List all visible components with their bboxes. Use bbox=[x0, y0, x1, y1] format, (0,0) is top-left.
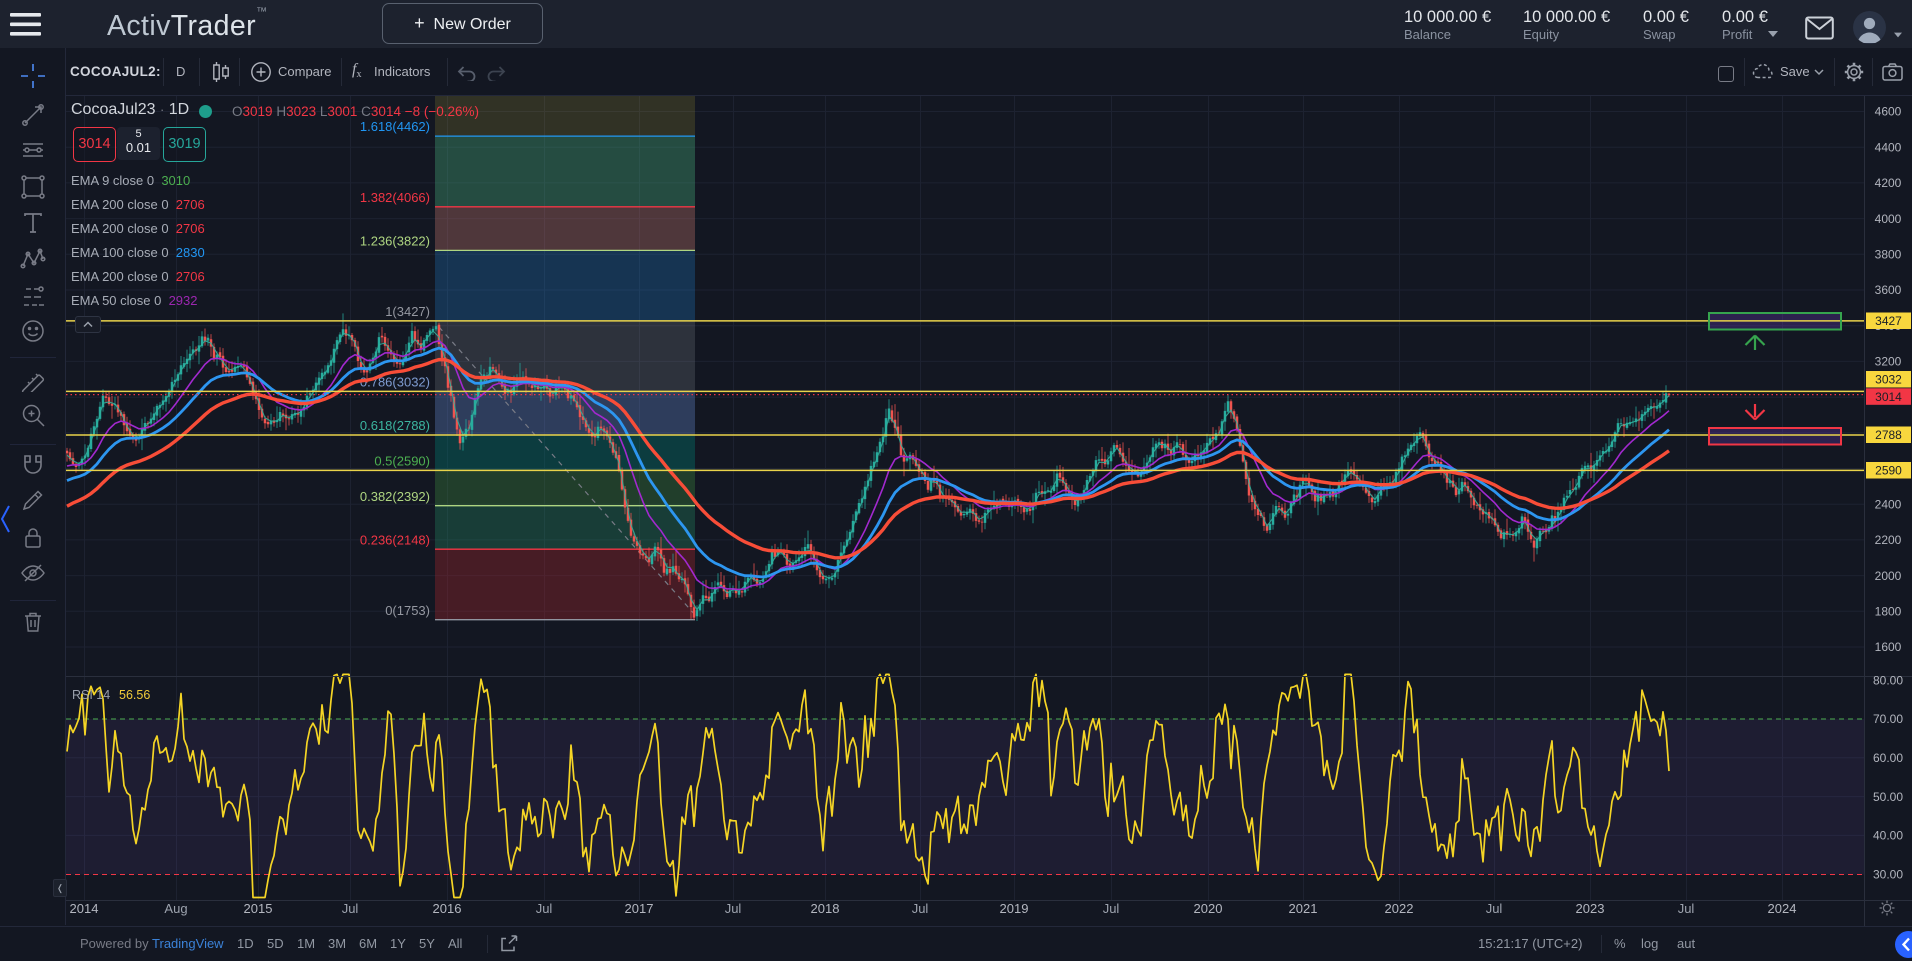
svg-text:4000: 4000 bbox=[1875, 212, 1902, 226]
svg-text:0.236(2148): 0.236(2148) bbox=[360, 532, 430, 547]
svg-text:2400: 2400 bbox=[1875, 497, 1902, 511]
svg-text:2015: 2015 bbox=[244, 901, 273, 916]
svg-text:70.00: 70.00 bbox=[1873, 712, 1903, 726]
svg-text:60.00: 60.00 bbox=[1873, 751, 1903, 765]
svg-text:2020: 2020 bbox=[1194, 901, 1223, 916]
svg-text:RSI 14: RSI 14 bbox=[72, 688, 110, 702]
svg-text:1800: 1800 bbox=[1875, 605, 1902, 619]
svg-text:2018: 2018 bbox=[811, 901, 840, 916]
svg-text:4200: 4200 bbox=[1875, 176, 1902, 190]
svg-text:Jul: Jul bbox=[725, 901, 742, 916]
svg-text:2014: 2014 bbox=[70, 901, 99, 916]
svg-text:2022: 2022 bbox=[1385, 901, 1414, 916]
svg-text:3600: 3600 bbox=[1875, 283, 1902, 297]
svg-text:2023: 2023 bbox=[1576, 901, 1605, 916]
svg-text:0.382(2392): 0.382(2392) bbox=[360, 489, 430, 504]
svg-text:Jul: Jul bbox=[912, 901, 929, 916]
svg-text:40.00: 40.00 bbox=[1873, 829, 1903, 843]
svg-text:2200: 2200 bbox=[1875, 533, 1902, 547]
svg-text:3427: 3427 bbox=[1875, 314, 1902, 328]
svg-text:Aug: Aug bbox=[164, 901, 187, 916]
svg-text:2019: 2019 bbox=[1000, 901, 1029, 916]
svg-text:3014: 3014 bbox=[1875, 390, 1902, 404]
svg-text:0(1753): 0(1753) bbox=[385, 603, 430, 618]
svg-text:2590: 2590 bbox=[1875, 464, 1902, 478]
svg-text:1600: 1600 bbox=[1875, 640, 1902, 654]
svg-text:Jul: Jul bbox=[342, 901, 359, 916]
svg-text:Jul: Jul bbox=[1678, 901, 1695, 916]
svg-text:0.618(2788): 0.618(2788) bbox=[360, 418, 430, 433]
svg-text:50.00: 50.00 bbox=[1873, 790, 1903, 804]
svg-text:Jul: Jul bbox=[1486, 901, 1503, 916]
svg-text:3032: 3032 bbox=[1875, 373, 1902, 387]
svg-text:0.786(3032): 0.786(3032) bbox=[360, 375, 430, 390]
svg-text:2016: 2016 bbox=[433, 901, 462, 916]
svg-text:56.56: 56.56 bbox=[119, 688, 150, 702]
svg-text:Jul: Jul bbox=[536, 901, 553, 916]
svg-text:2021: 2021 bbox=[1289, 901, 1318, 916]
svg-text:2788: 2788 bbox=[1875, 428, 1902, 442]
svg-text:2017: 2017 bbox=[625, 901, 654, 916]
svg-text:2000: 2000 bbox=[1875, 569, 1902, 583]
svg-text:80.00: 80.00 bbox=[1873, 673, 1903, 687]
svg-text:4600: 4600 bbox=[1875, 105, 1902, 119]
svg-text:2024: 2024 bbox=[1768, 901, 1797, 916]
svg-text:0.5(2590): 0.5(2590) bbox=[374, 454, 430, 469]
svg-text:4400: 4400 bbox=[1875, 140, 1902, 154]
svg-text:Jul: Jul bbox=[1103, 901, 1120, 916]
svg-text:3200: 3200 bbox=[1875, 355, 1902, 369]
svg-text:30.00: 30.00 bbox=[1873, 868, 1903, 882]
svg-text:3800: 3800 bbox=[1875, 248, 1902, 262]
